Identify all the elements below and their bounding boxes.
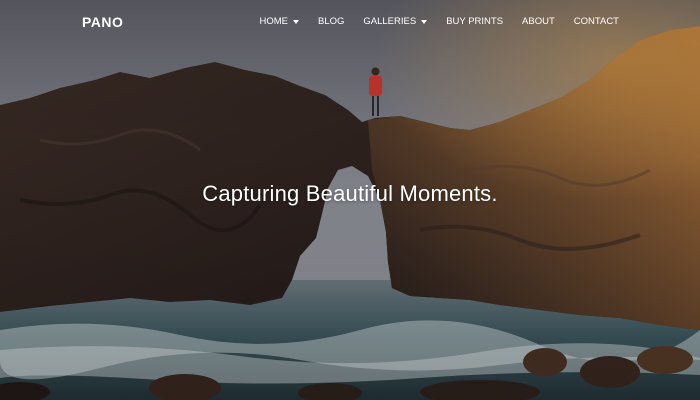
nav-item-label: BUY PRINTS: [446, 16, 504, 27]
nav-item-about[interactable]: ABOUT: [522, 16, 555, 27]
hero-section: PANO HOME BLOG GALLERIES BUY PRINTS ABOU…: [0, 0, 700, 400]
nav-item-galleries[interactable]: GALLERIES: [363, 16, 428, 27]
nav-item-buy-prints[interactable]: BUY PRINTS: [446, 16, 503, 27]
brand-logo[interactable]: PANO: [82, 14, 123, 30]
chevron-down-icon: [421, 19, 428, 24]
nav-item-home[interactable]: HOME: [259, 16, 299, 27]
nav-item-blog[interactable]: BLOG: [318, 16, 344, 27]
nav-item-label: BLOG: [317, 16, 345, 27]
nav-item-contact[interactable]: CONTACT: [574, 16, 619, 27]
top-navbar: PANO HOME BLOG GALLERIES BUY PRINTS ABOU…: [0, 0, 700, 44]
main-menu: HOME BLOG GALLERIES BUY PRINTS ABOUT CON…: [259, 16, 619, 27]
nav-item-label: HOME: [259, 16, 288, 27]
chevron-down-icon: [292, 19, 299, 24]
hero-headline: Capturing Beautiful Moments.: [202, 181, 498, 206]
nav-item-label: GALLERIES: [363, 16, 417, 27]
nav-item-label: CONTACT: [573, 16, 619, 27]
nav-item-label: ABOUT: [522, 16, 555, 27]
